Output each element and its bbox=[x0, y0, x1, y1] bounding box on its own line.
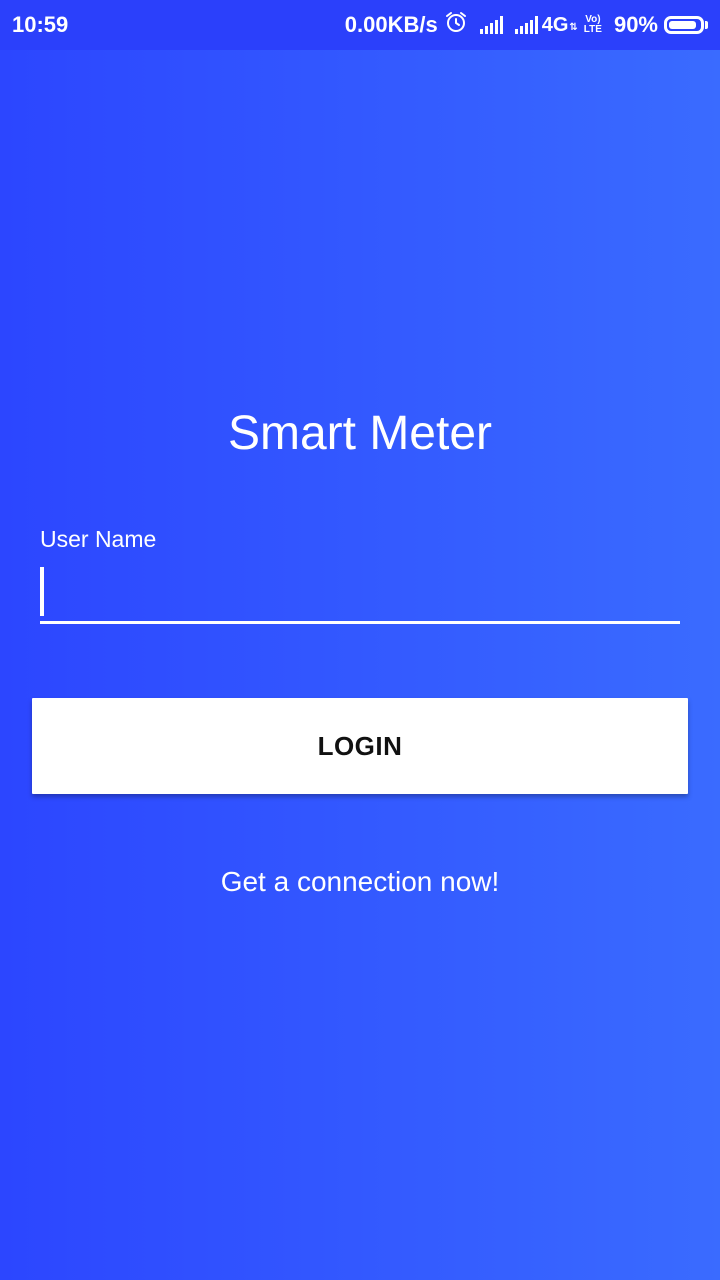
battery-icon bbox=[664, 16, 708, 34]
data-activity-icon: ⇅ bbox=[569, 21, 578, 33]
volte-bottom-label: LTE bbox=[583, 24, 602, 35]
network-speed: 0.00KB/s bbox=[344, 12, 438, 37]
username-input[interactable] bbox=[40, 566, 680, 624]
battery-tip bbox=[705, 21, 708, 29]
volte-icon: Vo) LTE bbox=[584, 15, 602, 35]
battery-percent: 90% bbox=[613, 12, 658, 37]
login-button[interactable]: LOGIN bbox=[32, 698, 688, 794]
username-label: User Name bbox=[40, 526, 157, 552]
app-title: Smart Meter bbox=[227, 407, 493, 460]
network-type: 4G ⇅ bbox=[542, 14, 578, 37]
signal-strength-icon-2 bbox=[514, 16, 538, 34]
network-type-label: 4G bbox=[541, 13, 569, 36]
status-bar: 10:59 0.00KB/s 4G ⇅ Vo) LTE 90% bbox=[0, 0, 720, 50]
status-left: 10:59 bbox=[12, 12, 68, 38]
login-screen: 10:59 0.00KB/s 4G ⇅ Vo) LTE 90% Smart Me… bbox=[0, 0, 720, 1280]
status-right: 0.00KB/s 4G ⇅ Vo) LTE 90% bbox=[339, 10, 708, 40]
alarm-clock-icon bbox=[444, 10, 468, 40]
status-time: 10:59 bbox=[12, 12, 69, 37]
battery-body bbox=[664, 16, 704, 34]
text-cursor bbox=[40, 567, 44, 616]
signal-strength-icon-1 bbox=[479, 16, 503, 34]
battery-fill bbox=[669, 21, 696, 29]
get-connection-link[interactable]: Get a connection now! bbox=[0, 864, 720, 900]
